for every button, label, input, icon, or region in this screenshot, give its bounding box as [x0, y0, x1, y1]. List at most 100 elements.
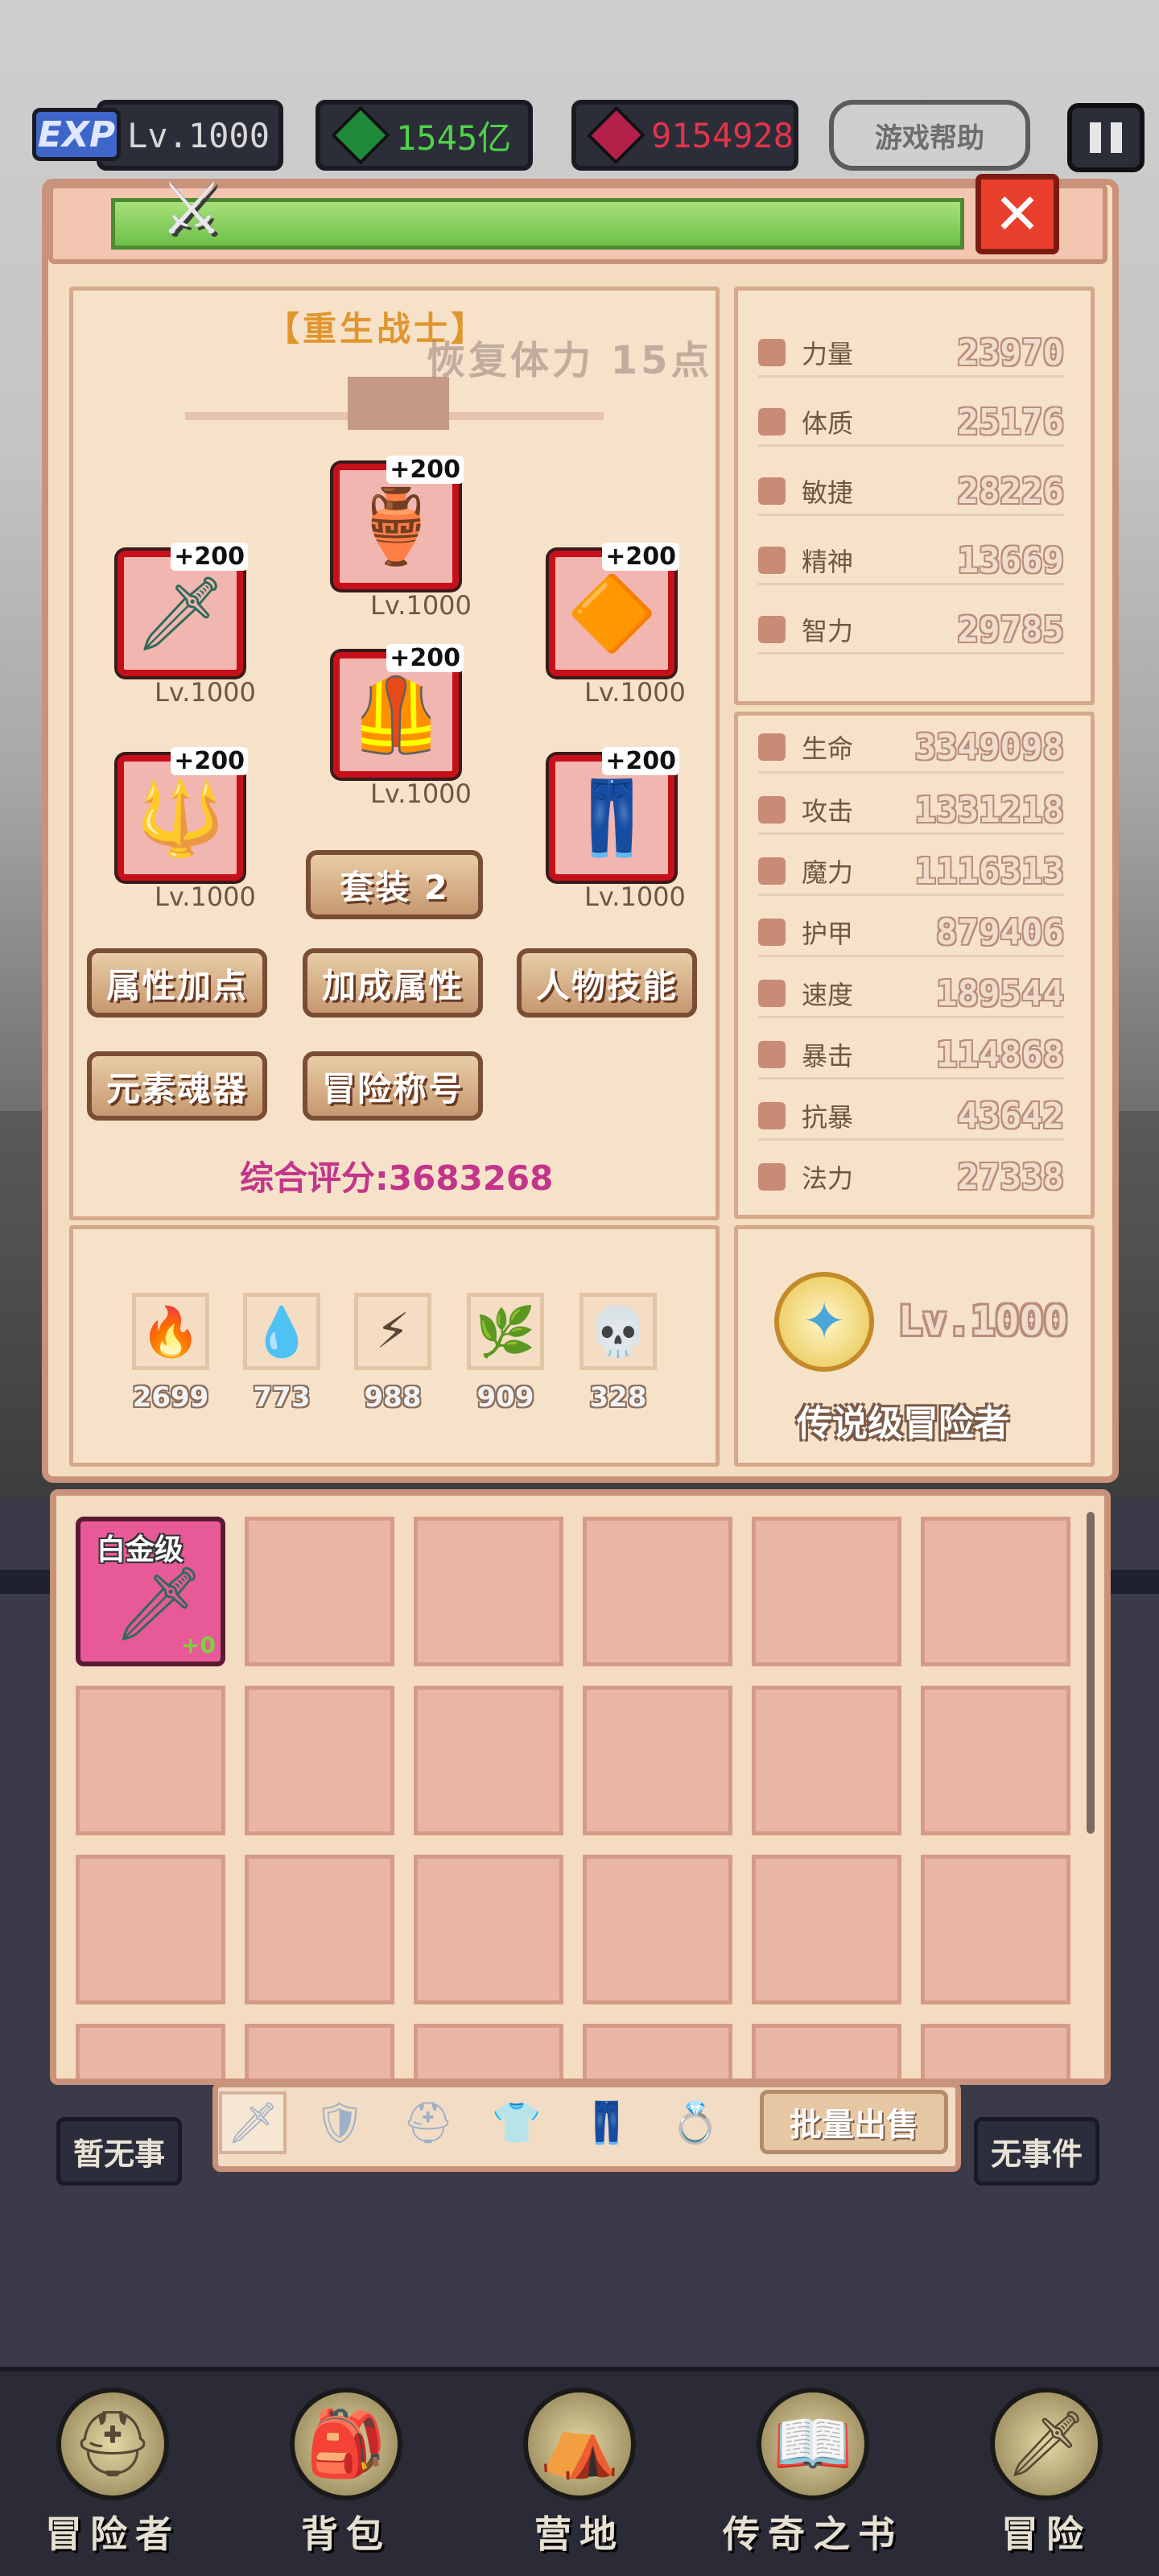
sword-tab-icon[interactable]: 🗡: [219, 2091, 287, 2154]
nav-legend-book[interactable]: 📖 传奇之书: [716, 2388, 909, 2558]
left-event-label: 暂无事: [56, 2117, 183, 2186]
nav-backpack[interactable]: 🎒 背包: [250, 2388, 443, 2558]
armor-tab-icon[interactable]: 👕: [483, 2091, 551, 2154]
nav-adventure[interactable]: 🗡 冒险: [950, 2388, 1143, 2558]
inventory-cell[interactable]: [583, 2024, 732, 2079]
shield-tab-icon[interactable]: 🛡: [306, 2091, 373, 2154]
inventory-cell[interactable]: [583, 1855, 732, 2004]
character-skills-button[interactable]: 人物技能: [517, 948, 697, 1018]
lightning-icon[interactable]: ⚡: [354, 1293, 431, 1370]
close-button[interactable]: ✕: [975, 174, 1059, 254]
fire-icon[interactable]: 🔥: [132, 1293, 209, 1370]
stamina-bar: [111, 198, 964, 250]
inventory-cell[interactable]: [245, 1517, 394, 1666]
green-currency-display[interactable]: 1545亿: [316, 100, 533, 171]
equip-slot-weapon[interactable]: 🗡 +200: [118, 543, 248, 676]
skull-icon[interactable]: 💀: [580, 1293, 657, 1370]
inventory-cell[interactable]: [752, 1686, 901, 1835]
inventory-cell[interactable]: [245, 1686, 394, 1835]
equip-level: Lv.1000: [155, 677, 256, 708]
ring-tab-icon[interactable]: 💍: [662, 2091, 729, 2154]
equip-slot-helmet[interactable]: 🏺 +200: [333, 456, 464, 589]
stat-label: 攻击: [802, 796, 854, 827]
inventory-cell[interactable]: [414, 1517, 563, 1666]
stat-value: 1116313: [914, 850, 1064, 892]
equip-slot-leggings[interactable]: 👖 +200: [549, 747, 679, 881]
stat-value: 879406: [936, 911, 1064, 953]
green-gem-icon: [331, 105, 390, 165]
stat-value: 28226: [957, 470, 1064, 512]
stat-value: 3349098: [914, 726, 1064, 768]
inventory-cell[interactable]: [76, 1686, 225, 1835]
strength-icon: [758, 339, 786, 366]
enhance-plus: +200: [602, 747, 679, 775]
inventory-cell[interactable]: [76, 2024, 225, 2079]
equip-level: Lv.1000: [155, 881, 256, 912]
inventory-cell[interactable]: [583, 1686, 732, 1835]
inventory-cell[interactable]: [414, 1686, 563, 1835]
inventory-scrollbar[interactable]: [1087, 1512, 1095, 1834]
inventory-cell[interactable]: [921, 1517, 1070, 1666]
nav-camp[interactable]: ⛺ 营地: [483, 2388, 676, 2558]
equip-slot-offhand[interactable]: 🔱 +200: [118, 747, 248, 881]
stat-row-crit-resist: 抗暴 43642: [758, 1092, 1064, 1140]
set-bonus-button[interactable]: 套装 2: [306, 850, 483, 919]
inventory-cell[interactable]: [752, 2024, 901, 2079]
level-display: Lv.1000: [97, 100, 283, 171]
stat-value: 43642: [957, 1095, 1064, 1137]
stat-label: 智力: [802, 616, 854, 646]
element-soul-button[interactable]: 元素魂器: [87, 1051, 267, 1121]
equip-slot-amulet[interactable]: 🔶 +200: [549, 543, 679, 676]
nature-value: 909: [476, 1381, 534, 1414]
inventory-cell[interactable]: [752, 1517, 901, 1666]
stat-value: 114868: [936, 1034, 1064, 1075]
red-gem-icon: [587, 105, 645, 165]
stat-label: 魔力: [802, 857, 854, 888]
pause-button[interactable]: [1067, 103, 1145, 172]
stat-label: 法力: [802, 1163, 854, 1194]
water-icon[interactable]: 💧: [243, 1293, 320, 1370]
stat-value: 27338: [957, 1156, 1064, 1198]
crit-resist-icon: [758, 1102, 786, 1129]
inventory-cell[interactable]: [921, 2024, 1070, 2079]
legend-book-icon: 📖: [757, 2388, 869, 2500]
inventory-cell[interactable]: [76, 1855, 225, 2004]
equip-slot-armor[interactable]: 🦺 +200: [333, 644, 464, 778]
inventory-cell[interactable]: [245, 2024, 394, 2079]
inventory-cell[interactable]: [583, 1517, 732, 1666]
green-currency-value: 1545亿: [396, 118, 512, 158]
sword-icon: 🗡: [134, 571, 227, 656]
crit-icon: [758, 1041, 786, 1068]
helmet-tab-icon[interactable]: ⛑: [394, 2091, 462, 2154]
inventory-cell[interactable]: [414, 1855, 563, 2004]
inventory-cell[interactable]: [245, 1855, 394, 2004]
stat-label: 生命: [802, 733, 854, 764]
stat-row-armor: 护甲 879406: [758, 908, 1064, 956]
inventory-cell[interactable]: [752, 1855, 901, 2004]
stat-value: 189544: [936, 972, 1064, 1014]
game-help-button[interactable]: 游戏帮助: [829, 100, 1030, 171]
attribute-points-button[interactable]: 属性加点: [87, 948, 267, 1018]
stat-value: 29785: [957, 609, 1064, 650]
inventory-cell[interactable]: [921, 1686, 1070, 1835]
inventory-cell[interactable]: [414, 2024, 563, 2079]
camp-icon: ⛺: [523, 2388, 636, 2500]
stat-row-strength: 力量 23970: [758, 328, 1064, 377]
amulet-icon: 🔶: [566, 571, 658, 656]
nature-icon[interactable]: 🌿: [467, 1293, 544, 1370]
nav-adventurer[interactable]: ⛑ 冒险者: [16, 2388, 209, 2558]
boot-icon: [758, 980, 786, 1007]
inventory-item[interactable]: 🗡 白金级 +0: [76, 1517, 225, 1666]
pants-tab-icon[interactable]: 👖: [573, 2091, 641, 2154]
top-bar: EXP Lv.1000 1545亿 9154928 游戏帮助: [0, 100, 1159, 174]
inventory-cell[interactable]: [921, 1855, 1070, 2004]
bonus-attributes-button[interactable]: 加成属性: [303, 948, 483, 1018]
red-currency-display[interactable]: 9154928: [571, 100, 798, 171]
stat-value: 1331218: [914, 789, 1064, 831]
nav-label: 冒险: [1001, 2512, 1091, 2556]
lightning-value: 988: [364, 1381, 422, 1414]
bulk-sell-button[interactable]: 批量出售: [760, 2090, 948, 2154]
adventure-title-button[interactable]: 冒险称号: [303, 1051, 483, 1121]
equip-level: Lv.1000: [370, 590, 472, 621]
adventure-sword-icon: 🗡: [990, 2388, 1103, 2500]
